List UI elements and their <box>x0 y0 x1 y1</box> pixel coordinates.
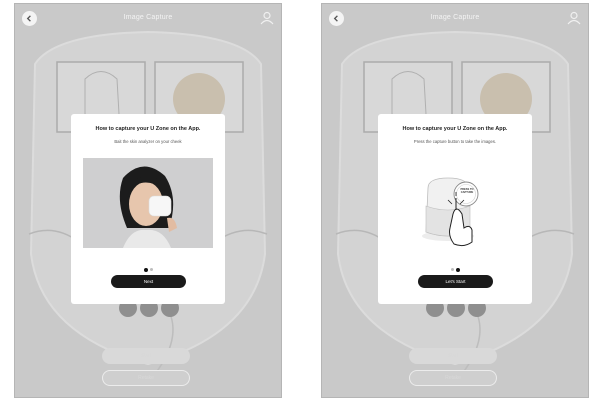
start-button-dimmed: Start <box>409 348 497 364</box>
device-illustration: PRESS TO CAPTURE <box>390 158 520 248</box>
user-icon <box>260 11 274 25</box>
device-button-label: PRESS TO CAPTURE <box>460 188 474 194</box>
page-title: Image Capture <box>123 14 173 21</box>
user-icon <box>567 11 581 25</box>
tutorial-photo <box>83 158 213 248</box>
top-bar: Image Capture <box>322 4 588 44</box>
tutorial-modal: How to capture your U Zone on the App. B… <box>71 114 225 304</box>
tutorial-modal: How to capture your U Zone on the App. P… <box>378 114 532 304</box>
profile-button[interactable] <box>566 11 582 25</box>
modal-subtitle: Bait the skin analyzer on your cheek <box>114 139 182 144</box>
page-title: Image Capture <box>430 14 480 21</box>
modal-title: How to capture your U Zone on the App. <box>95 126 201 132</box>
profile-button[interactable] <box>259 11 275 25</box>
phone-screen-step-1: Start Retake Image Capture How to captur… <box>14 3 282 398</box>
top-bar: Image Capture <box>15 4 281 44</box>
retake-button-dimmed: Retake <box>409 370 497 386</box>
pager-dots <box>71 261 225 272</box>
modal-title: How to capture your U Zone on the App. <box>402 126 508 132</box>
start-button-dimmed: Start <box>102 348 190 364</box>
lets-start-button[interactable]: Let's Start <box>418 275 493 288</box>
retake-button-dimmed: Retake <box>102 370 190 386</box>
pager-dots <box>378 261 532 272</box>
next-button[interactable]: Next <box>111 275 186 288</box>
modal-subtitle: Press the capture button to take the ima… <box>413 139 497 144</box>
phone-screen-step-2: Start Retake Image Capture How to captur… <box>321 3 589 398</box>
